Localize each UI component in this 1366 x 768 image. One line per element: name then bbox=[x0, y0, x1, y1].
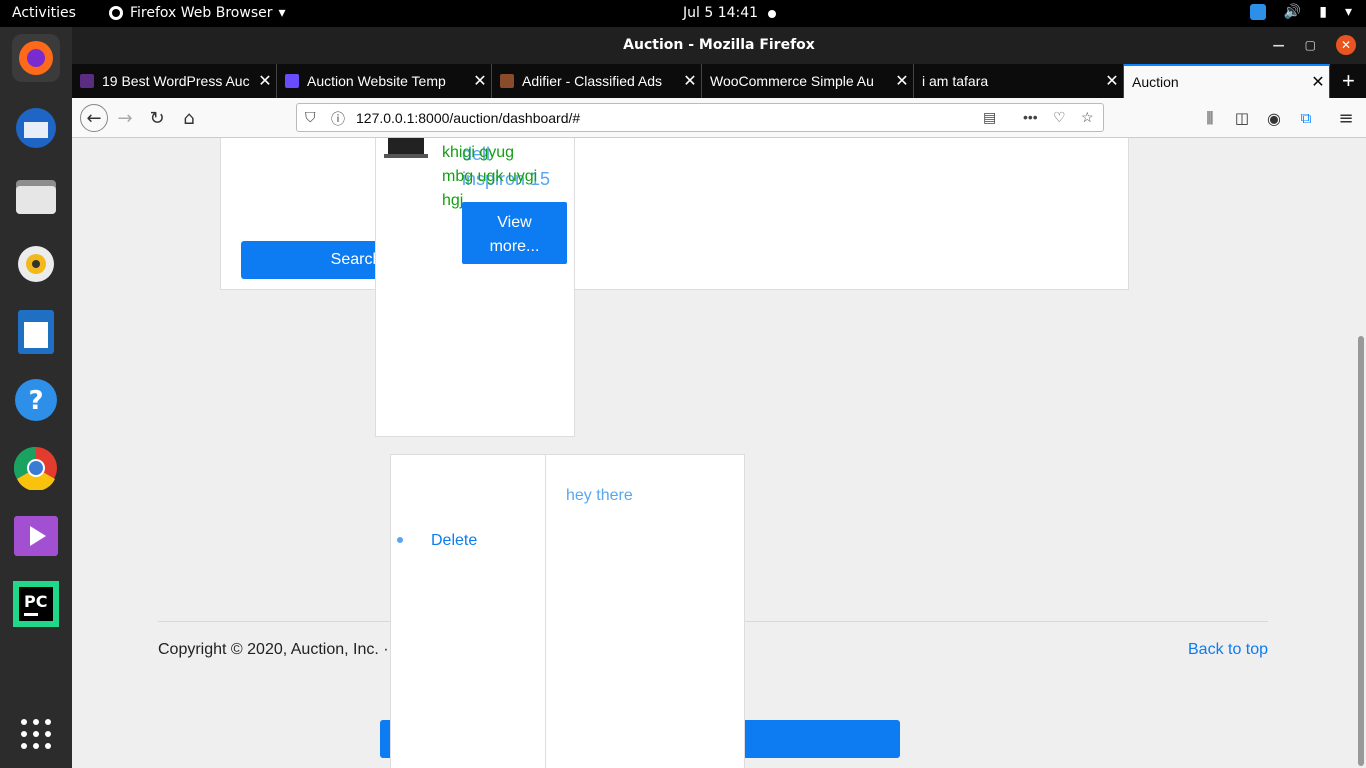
page-content: Search dell inspiron 15 khigi gyug mbg u… bbox=[72, 138, 1366, 768]
firefox-window: Auction - Mozilla Firefox — ▢ ✕ 19 Best … bbox=[72, 27, 1366, 768]
url-bar[interactable]: ⛉ ⓘ 127.0.0.1:8000/auction/dashboard/# ▤… bbox=[296, 103, 1104, 132]
adifier-icon bbox=[500, 74, 514, 88]
tab-auction-template[interactable]: Auction Website Temp ✕ bbox=[277, 64, 492, 98]
update-icon[interactable] bbox=[1249, 4, 1266, 20]
app-menu-label: Firefox Web Browser bbox=[130, 5, 273, 21]
sync-icon[interactable]: ⧉ bbox=[1294, 106, 1318, 130]
notification-dot bbox=[768, 10, 776, 18]
chevron-down-icon[interactable]: ▾ bbox=[1345, 4, 1352, 20]
chrome-icon[interactable] bbox=[12, 444, 60, 492]
minimize-icon[interactable]: — bbox=[1273, 38, 1285, 52]
tab-i-am-tafara[interactable]: i am tafara ✕ bbox=[914, 64, 1124, 98]
menu-icon[interactable]: ≡ bbox=[1334, 106, 1358, 130]
close-icon[interactable]: ✕ bbox=[1336, 35, 1356, 55]
product-desc-line1: khigi gyug bbox=[442, 144, 515, 161]
close-tab-icon[interactable]: ✕ bbox=[1307, 72, 1329, 92]
tab-label: 19 Best WordPress Auc bbox=[102, 73, 250, 89]
template-icon bbox=[285, 74, 299, 88]
gnome-top-bar: Activities Firefox Web Browser ▾ Jul 5 1… bbox=[0, 0, 1366, 27]
thunderbird-icon[interactable] bbox=[12, 104, 60, 152]
back-icon[interactable]: ← bbox=[80, 104, 108, 132]
url-text[interactable]: 127.0.0.1:8000/auction/dashboard/# bbox=[356, 110, 580, 126]
scrollbar-thumb[interactable] bbox=[1358, 336, 1364, 766]
sidebar-icon[interactable]: ◫ bbox=[1230, 106, 1254, 130]
tab-label: Adifier - Classified Ads bbox=[522, 73, 663, 89]
tab-wordpress-auction[interactable]: 19 Best WordPress Auc ✕ bbox=[72, 64, 277, 98]
account-icon[interactable]: ◉ bbox=[1262, 106, 1286, 130]
close-tab-icon[interactable]: ✕ bbox=[891, 71, 913, 91]
pocket-icon[interactable]: ♡ bbox=[1053, 109, 1066, 126]
reader-view-icon[interactable]: ▤ bbox=[983, 109, 996, 126]
view-more-label-line1: View bbox=[497, 214, 532, 231]
tab-label: Auction bbox=[1132, 74, 1179, 90]
copyright-text: Copyright © 2020, Auction, Inc. · bbox=[158, 641, 389, 658]
tab-label: i am tafara bbox=[922, 73, 989, 89]
pycharm-icon[interactable]: PC bbox=[12, 580, 60, 628]
activities-button[interactable]: Activities bbox=[12, 5, 76, 21]
tab-adifier[interactable]: Adifier - Classified Ads ✕ bbox=[492, 64, 702, 98]
rhythmbox-icon[interactable] bbox=[12, 240, 60, 288]
new-tab-button[interactable]: + bbox=[1334, 64, 1366, 98]
files-icon[interactable] bbox=[12, 172, 60, 220]
message-card: hey there bbox=[545, 454, 745, 768]
product-desc-line2: mbg ugk uygi bbox=[442, 168, 538, 185]
clock[interactable]: Jul 5 14:41 bbox=[683, 5, 758, 21]
tab-auction-active[interactable]: Auction ✕ bbox=[1124, 64, 1330, 98]
close-tab-icon[interactable]: ✕ bbox=[1101, 71, 1123, 91]
media-player-icon[interactable] bbox=[12, 512, 60, 560]
close-tab-icon[interactable]: ✕ bbox=[254, 71, 276, 91]
page-scrollbar[interactable] bbox=[1354, 138, 1366, 768]
libreoffice-writer-icon[interactable] bbox=[12, 308, 60, 356]
app-menu[interactable]: Firefox Web Browser ▾ bbox=[108, 5, 286, 21]
back-to-top-link[interactable]: Back to top bbox=[1188, 641, 1268, 659]
forward-icon[interactable]: → bbox=[113, 106, 137, 130]
svg-text:?: ? bbox=[28, 386, 43, 416]
help-icon[interactable]: ? bbox=[12, 376, 60, 424]
firefox-icon bbox=[109, 6, 123, 20]
home-icon[interactable]: ⌂ bbox=[177, 106, 201, 130]
window-titlebar[interactable]: Auction - Mozilla Firefox — ▢ ✕ bbox=[72, 27, 1366, 64]
tab-label: WooCommerce Simple Au bbox=[710, 73, 874, 89]
library-icon[interactable]: ⫼ bbox=[1198, 106, 1222, 130]
volume-icon[interactable]: 🔊 bbox=[1284, 4, 1301, 20]
battery-icon[interactable]: ▮ bbox=[1319, 4, 1327, 20]
message-text: hey there bbox=[566, 487, 633, 504]
reload-icon[interactable]: ↻ bbox=[145, 106, 169, 130]
laptop-image[interactable] bbox=[384, 138, 428, 160]
svg-text:PC: PC bbox=[24, 592, 47, 611]
shield-icon[interactable]: ⛉ bbox=[305, 109, 316, 126]
bookmark-star-icon[interactable]: ☆ bbox=[1081, 109, 1094, 126]
tab-strip: 19 Best WordPress Auc ✕ Auction Website … bbox=[72, 64, 1366, 98]
info-icon[interactable]: ⓘ bbox=[331, 109, 345, 129]
window-title: Auction - Mozilla Firefox bbox=[623, 37, 815, 53]
tab-label: Auction Website Temp bbox=[307, 73, 446, 89]
view-more-label-line2: more... bbox=[489, 238, 540, 255]
more-actions-icon[interactable]: ••• bbox=[1023, 109, 1038, 125]
bullet-icon bbox=[397, 537, 403, 543]
colorlib-icon bbox=[80, 74, 94, 88]
navigation-toolbar: ← → ↻ ⌂ ⛉ ⓘ 127.0.0.1:8000/auction/dashb… bbox=[72, 98, 1366, 138]
chevron-down-icon: ▾ bbox=[278, 5, 286, 21]
system-tray[interactable]: 🔊 ▮ ▾ bbox=[1249, 4, 1352, 20]
close-tab-icon[interactable]: ✕ bbox=[679, 71, 701, 91]
dock: ? PC bbox=[0, 27, 72, 768]
product-desc-line3: hgj bbox=[442, 192, 464, 209]
delete-link[interactable]: Delete bbox=[431, 532, 477, 550]
tab-woocommerce[interactable]: WooCommerce Simple Au ✕ bbox=[702, 64, 914, 98]
window-controls: — ▢ ✕ bbox=[1273, 35, 1356, 55]
close-tab-icon[interactable]: ✕ bbox=[469, 71, 491, 91]
firefox-icon[interactable] bbox=[12, 34, 60, 82]
show-applications-icon[interactable] bbox=[12, 710, 60, 758]
maximize-icon[interactable]: ▢ bbox=[1305, 38, 1316, 52]
delete-card: Delete bbox=[390, 454, 546, 768]
view-more-button[interactable]: View more... bbox=[462, 202, 567, 264]
